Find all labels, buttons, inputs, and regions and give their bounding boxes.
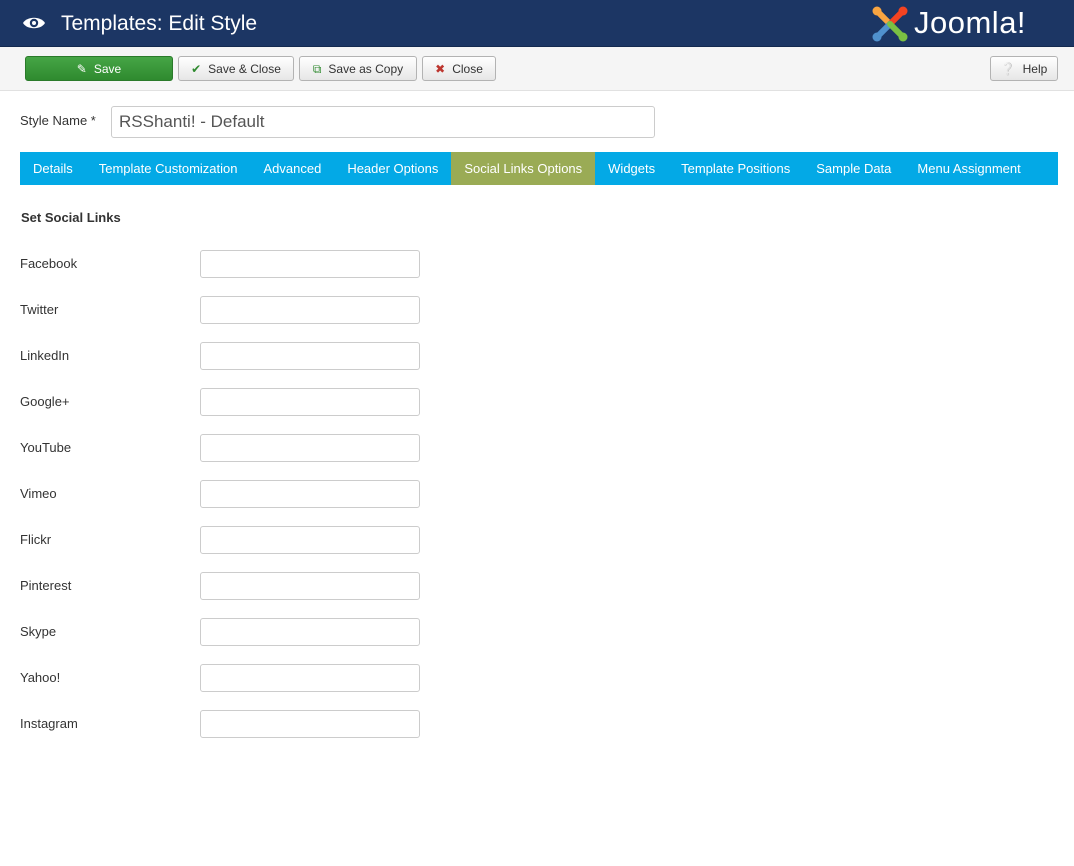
tab-header-options[interactable]: Header Options xyxy=(334,152,451,185)
save-close-button[interactable]: ✔ Save & Close xyxy=(178,56,294,81)
save-close-button-label: Save & Close xyxy=(208,61,281,76)
instagram-field[interactable] xyxy=(200,710,420,738)
tab-details[interactable]: Details xyxy=(20,152,86,185)
joomla-logo-icon xyxy=(872,6,908,42)
twitter-label: Twitter xyxy=(20,302,59,317)
page-title: Templates: Edit Style xyxy=(61,12,258,35)
help-button[interactable]: ❔ Help xyxy=(990,56,1058,81)
linkedin-label: LinkedIn xyxy=(20,348,70,363)
youtube-field[interactable] xyxy=(200,434,420,462)
style-name-label: Style Name * xyxy=(20,113,96,128)
instagram-label: Instagram xyxy=(20,716,78,731)
skype-label: Skype xyxy=(20,624,57,639)
tab-menu-assignment[interactable]: Menu Assignment xyxy=(904,152,1033,185)
close-circle-icon: ✖ xyxy=(435,61,446,76)
yahoo-field[interactable] xyxy=(200,664,420,692)
googleplus-field[interactable] xyxy=(200,388,420,416)
flickr-label: Flickr xyxy=(20,532,52,547)
save-button-label: Save xyxy=(93,61,122,76)
help-button-label: Help xyxy=(1022,61,1048,76)
vimeo-field[interactable] xyxy=(200,480,420,508)
youtube-label: YouTube xyxy=(20,440,72,455)
flickr-field[interactable] xyxy=(200,526,420,554)
vimeo-label: Vimeo xyxy=(20,486,57,501)
tab-widgets[interactable]: Widgets xyxy=(595,152,668,185)
tab-bar: Details Template Customization Advanced … xyxy=(20,152,1058,185)
save-as-copy-button-label: Save as Copy xyxy=(328,61,404,76)
joomla-logo: Joomla! xyxy=(870,4,1060,44)
yahoo-label: Yahoo! xyxy=(20,670,61,685)
googleplus-label: Google+ xyxy=(20,394,70,409)
edit-icon: ✎ xyxy=(76,61,87,76)
app-header: Templates: Edit Style Joomla! xyxy=(0,0,1074,47)
tab-sample-data[interactable]: Sample Data xyxy=(803,152,904,185)
section-title: Set Social Links xyxy=(21,210,121,225)
tab-advanced[interactable]: Advanced xyxy=(250,152,334,185)
pinterest-label: Pinterest xyxy=(20,578,72,593)
pinterest-field[interactable] xyxy=(200,572,420,600)
checkmark-icon: ✔ xyxy=(191,61,202,76)
facebook-label: Facebook xyxy=(20,256,78,271)
facebook-field[interactable] xyxy=(200,250,420,278)
eye-icon xyxy=(23,17,45,29)
toolbar: ✎ Save ✔ Save & Close ⧉ Save as Copy ✖ C… xyxy=(0,47,1074,91)
linkedin-field[interactable] xyxy=(200,342,420,370)
skype-field[interactable] xyxy=(200,618,420,646)
copy-icon: ⧉ xyxy=(312,61,322,76)
tab-social-links-options[interactable]: Social Links Options xyxy=(451,152,596,185)
tab-template-customization[interactable]: Template Customization xyxy=(86,152,251,185)
save-button[interactable]: ✎ Save xyxy=(25,56,173,81)
question-icon: ❔ xyxy=(1000,61,1016,76)
close-button[interactable]: ✖ Close xyxy=(422,56,496,81)
twitter-field[interactable] xyxy=(200,296,420,324)
style-name-input[interactable] xyxy=(111,106,655,138)
close-button-label: Close xyxy=(452,61,483,76)
save-as-copy-button[interactable]: ⧉ Save as Copy xyxy=(299,56,417,81)
joomla-wordmark: Joomla! xyxy=(914,5,1027,40)
tab-template-positions[interactable]: Template Positions xyxy=(668,152,803,185)
